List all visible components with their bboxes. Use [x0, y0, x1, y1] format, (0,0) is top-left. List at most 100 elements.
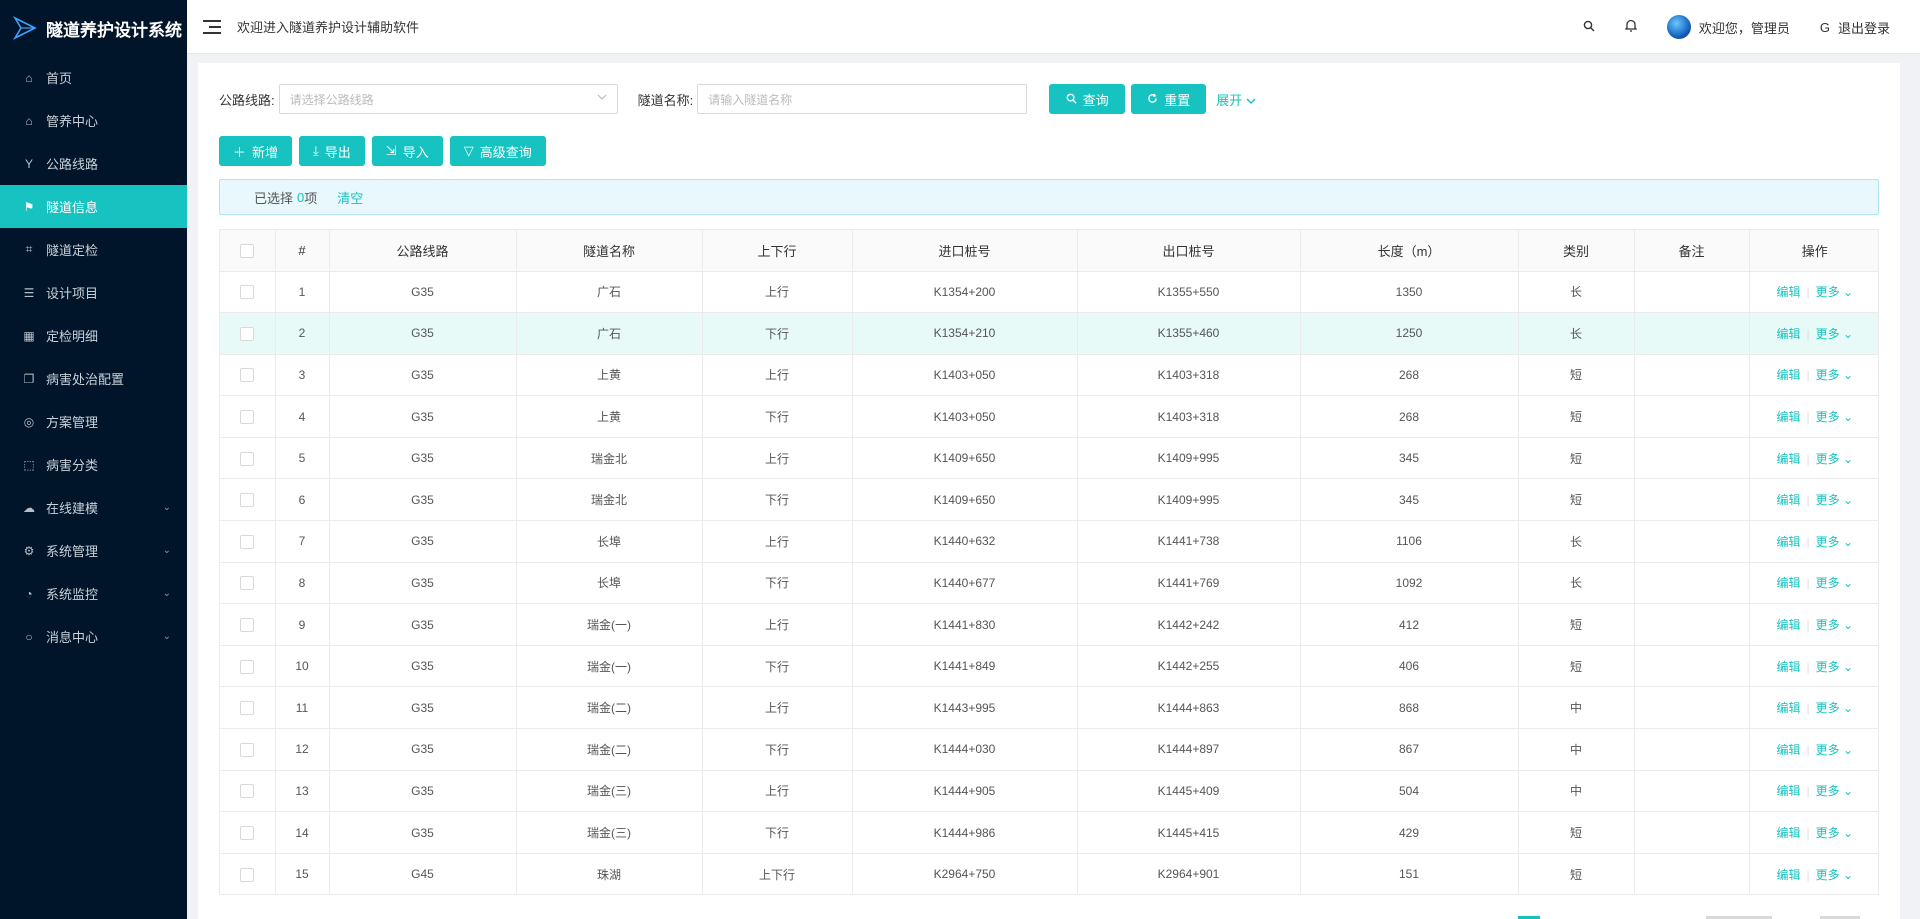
more-dropdown[interactable]: 更多 ⌄ — [1816, 368, 1853, 382]
search-icon[interactable] — [1583, 20, 1595, 35]
route-select[interactable]: 请选择公路线路 — [278, 84, 618, 114]
user-menu[interactable]: 欢迎您，管理员 — [1666, 15, 1790, 39]
table-row[interactable]: 9 G35 瑞金(一) 上行 K1441+830 K1442+242 412 短 编辑 | 更多 ⌄ — [220, 603, 1878, 646]
edit-link[interactable]: 编辑 — [1776, 452, 1800, 466]
logo[interactable]: 隧道养护设计系统 — [0, 0, 187, 56]
sidebar-item[interactable]: ⌂ 管养中心 — [0, 99, 187, 142]
row-select-cell[interactable] — [220, 811, 276, 854]
tunnel-name-input[interactable]: 请输入隧道名称 — [697, 84, 1028, 114]
table-row[interactable]: 7 G35 长埠 上行 K1440+632 K1441+738 1106 长 编辑 | 更多 ⌄ — [220, 520, 1878, 563]
row-select-cell[interactable] — [220, 686, 276, 730]
row-select-cell[interactable] — [220, 354, 276, 397]
logout-button[interactable]: G 退出登录 — [1820, 18, 1890, 37]
query-button[interactable]: 查询 — [1049, 84, 1126, 114]
table-row[interactable]: 5 G35 瑞金北 上行 K1409+650 K1409+995 345 短 编辑 | 更多 ⌄ — [220, 437, 1878, 480]
row-checkbox[interactable] — [240, 451, 255, 466]
more-dropdown[interactable]: 更多 ⌄ — [1816, 743, 1853, 757]
bell-icon[interactable] — [1624, 19, 1638, 35]
import-button[interactable]: ⇲ 导入 — [371, 136, 443, 166]
row-checkbox[interactable] — [240, 701, 255, 716]
edit-link[interactable]: 编辑 — [1776, 535, 1800, 549]
row-checkbox[interactable] — [240, 493, 255, 508]
sidebar-item[interactable]: ☁ 在线建模 ⌄ — [0, 486, 187, 529]
row-checkbox[interactable] — [240, 409, 255, 424]
edit-link[interactable]: 编辑 — [1776, 701, 1800, 715]
add-button[interactable]: ＋ 新增 — [219, 136, 293, 166]
sidebar-item[interactable]: ◔ 系统监控 ⌄ — [0, 572, 187, 615]
row-select-cell[interactable] — [220, 562, 276, 605]
sidebar-item[interactable]: ▦ 定检明细 — [0, 314, 187, 357]
row-checkbox[interactable] — [240, 576, 255, 591]
sidebar-item[interactable]: ⬚ 病害分类 — [0, 443, 187, 486]
row-checkbox[interactable] — [240, 825, 255, 840]
table-row[interactable]: 3 G35 上黄 上行 K1403+050 K1403+318 268 短 编辑 | 更多 ⌄ — [220, 354, 1878, 397]
row-checkbox[interactable] — [240, 285, 255, 300]
row-checkbox[interactable] — [240, 326, 255, 341]
row-select-cell[interactable] — [220, 520, 276, 563]
table-row[interactable]: 12 G35 瑞金(二) 下行 K1444+030 K1444+897 867 中 编辑 | 更多 … — [220, 728, 1878, 771]
row-checkbox[interactable] — [240, 534, 255, 549]
table-row[interactable]: 6 G35 瑞金北 下行 K1409+650 K1409+995 345 短 编辑 | 更多 ⌄ — [220, 478, 1878, 522]
row-checkbox[interactable] — [240, 742, 255, 757]
table-row[interactable]: 15 G45 珠湖 上下行 K2964+750 K2964+901 151 短 编辑 | 更多 ⌄ — [220, 853, 1878, 894]
sidebar-item[interactable]: ❐ 病害处治配置 — [0, 357, 187, 400]
row-select-cell[interactable] — [220, 437, 276, 480]
row-select-cell[interactable] — [220, 770, 276, 813]
row-checkbox[interactable] — [240, 784, 255, 799]
menu-toggle-icon[interactable] — [203, 19, 221, 34]
sidebar-item[interactable]: ⚙ 系统管理 ⌄ — [0, 529, 187, 572]
row-select-cell[interactable] — [220, 312, 276, 355]
more-dropdown[interactable]: 更多 ⌄ — [1816, 452, 1853, 466]
more-dropdown[interactable]: 更多 ⌄ — [1816, 285, 1853, 299]
table-row[interactable]: 11 G35 瑞金(二) 上行 K1443+995 K1444+863 868 中 编辑 | 更多 … — [220, 686, 1878, 730]
more-dropdown[interactable]: 更多 ⌄ — [1816, 660, 1853, 674]
more-dropdown[interactable]: 更多 ⌄ — [1816, 576, 1853, 590]
expand-toggle[interactable]: 展开 — [1216, 90, 1256, 109]
edit-link[interactable]: 编辑 — [1776, 285, 1800, 299]
edit-link[interactable]: 编辑 — [1776, 368, 1800, 382]
sidebar-item[interactable]: ⌗ 隧道定检 — [0, 228, 187, 271]
table-row[interactable]: 4 G35 上黄 下行 K1403+050 K1403+318 268 短 编辑 | 更多 ⌄ — [220, 395, 1878, 438]
row-checkbox[interactable] — [240, 867, 255, 882]
table-row[interactable]: 2 G35 广石 下行 K1354+210 K1355+460 1250 长 编辑 | 更多 ⌄ — [220, 312, 1878, 355]
edit-link[interactable]: 编辑 — [1776, 743, 1800, 757]
table-row[interactable]: 1 G35 广石 上行 K1354+200 K1355+550 1350 长 编辑 | 更多 ⌄ — [220, 271, 1878, 314]
edit-link[interactable]: 编辑 — [1776, 576, 1800, 590]
edit-link[interactable]: 编辑 — [1776, 826, 1800, 840]
page-scrollbar[interactable] — [1900, 54, 1920, 919]
more-dropdown[interactable]: 更多 ⌄ — [1816, 826, 1853, 840]
sidebar-item[interactable]: ◎ 方案管理 — [0, 400, 187, 443]
edit-link[interactable]: 编辑 — [1776, 660, 1800, 674]
more-dropdown[interactable]: 更多 ⌄ — [1816, 618, 1853, 632]
row-checkbox[interactable] — [240, 368, 255, 383]
edit-link[interactable]: 编辑 — [1776, 784, 1800, 798]
edit-link[interactable]: 编辑 — [1776, 868, 1800, 882]
row-select-cell[interactable] — [220, 853, 276, 894]
edit-link[interactable]: 编辑 — [1776, 327, 1800, 341]
row-select-cell[interactable] — [220, 478, 276, 522]
sidebar-item[interactable]: ⌂ 首页 — [0, 56, 187, 99]
row-checkbox[interactable] — [240, 617, 255, 632]
table-row[interactable]: 13 G35 瑞金(三) 上行 K1444+905 K1445+409 504 中 编辑 | 更多 … — [220, 770, 1878, 813]
select-all-cell[interactable] — [220, 230, 276, 272]
row-select-cell[interactable] — [220, 603, 276, 646]
row-select-cell[interactable] — [220, 395, 276, 438]
row-checkbox[interactable] — [240, 659, 255, 674]
row-select-cell[interactable] — [220, 728, 276, 771]
more-dropdown[interactable]: 更多 ⌄ — [1816, 784, 1853, 798]
export-button[interactable]: ⤓ 导出 — [299, 136, 365, 166]
sidebar-item[interactable]: ⚑ 隧道信息 — [0, 185, 187, 228]
table-row[interactable]: 10 G35 瑞金(一) 下行 K1441+849 K1442+255 406 短 编辑 | 更多 … — [220, 645, 1878, 688]
more-dropdown[interactable]: 更多 ⌄ — [1816, 701, 1853, 715]
edit-link[interactable]: 编辑 — [1776, 493, 1800, 507]
more-dropdown[interactable]: 更多 ⌄ — [1816, 327, 1853, 341]
advanced-query-button[interactable]: ▽ 高级查询 — [449, 136, 546, 166]
sidebar-item[interactable]: ○ 消息中心 ⌄ — [0, 615, 187, 658]
more-dropdown[interactable]: 更多 ⌄ — [1816, 535, 1853, 549]
row-select-cell[interactable] — [220, 645, 276, 688]
more-dropdown[interactable]: 更多 ⌄ — [1816, 493, 1853, 507]
select-all-checkbox[interactable] — [240, 244, 255, 259]
edit-link[interactable]: 编辑 — [1776, 410, 1800, 424]
more-dropdown[interactable]: 更多 ⌄ — [1816, 868, 1853, 882]
reset-button[interactable]: 重置 — [1131, 84, 1207, 114]
